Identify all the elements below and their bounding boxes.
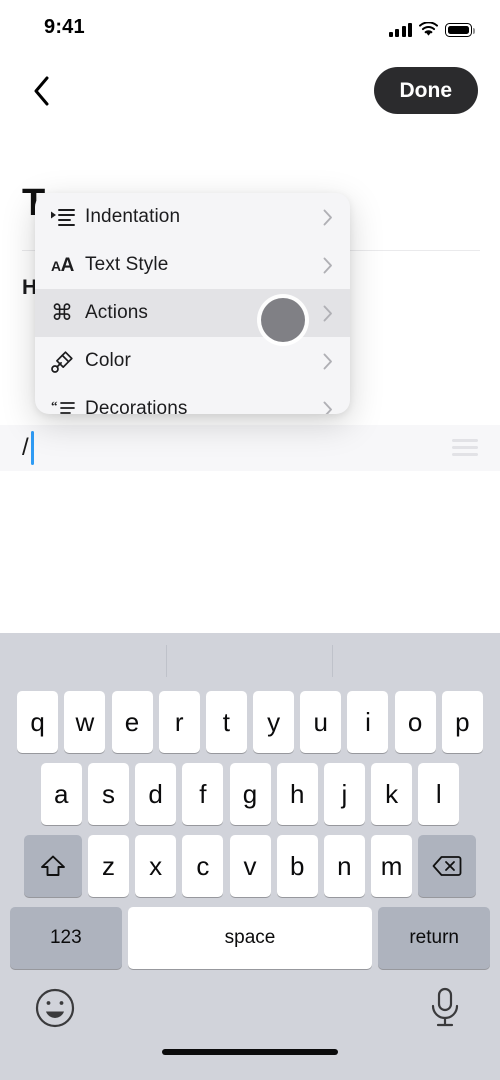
key-t[interactable]: t [205,691,247,753]
keyboard-row-4: 123 space return [0,905,500,971]
predictive-text-bar[interactable] [0,633,500,689]
chevron-right-icon [319,257,337,274]
chevron-left-icon [34,76,48,106]
chevron-right-icon [319,401,337,414]
status-bar: 9:41 [0,0,500,54]
key-v[interactable]: v [229,835,271,897]
key-s[interactable]: s [87,763,129,825]
key-p[interactable]: p [441,691,483,753]
text-cursor [31,431,34,465]
navigation-bar: Done [0,54,500,136]
numbers-key[interactable]: 123 [9,907,122,969]
chevron-right-icon [319,209,337,226]
menu-item-label: Decorations [85,398,188,414]
menu-item-indentation[interactable]: Indentation [35,193,350,241]
menu-item-label: Color [85,350,131,371]
key-u[interactable]: u [300,691,342,753]
key-z[interactable]: z [87,835,129,897]
menu-item-label: Indentation [85,206,181,227]
key-n[interactable]: n [323,835,365,897]
key-h[interactable]: h [276,763,318,825]
indentation-icon [51,204,85,230]
backspace-key[interactable] [418,835,477,897]
cellular-signal-icon [388,22,412,37]
text-style-icon: AA [51,254,74,276]
key-m[interactable]: m [371,835,413,897]
done-button[interactable]: Done [373,67,478,114]
back-button[interactable] [18,68,64,114]
keyboard-bottom-bar [0,971,500,1067]
emoji-key[interactable] [34,987,76,1029]
key-a[interactable]: a [40,763,82,825]
chevron-right-icon [319,305,337,322]
menu-item-text-style[interactable]: AA Text Style [35,241,350,289]
key-c[interactable]: c [182,835,224,897]
key-g[interactable]: g [229,763,271,825]
key-k[interactable]: k [371,763,413,825]
key-w[interactable]: w [64,691,106,753]
key-o[interactable]: o [394,691,436,753]
slash-command-menu[interactable]: Indentation AA Text Style ⌘ Actions Colo… [35,193,350,414]
status-bar-time: 9:41 [44,16,85,38]
drag-handle-icon[interactable] [452,439,478,457]
keyboard-row-3: zxcvbnm [0,833,500,899]
active-editor-line[interactable]: / [0,425,500,471]
predictive-divider [332,645,333,677]
emoji-icon [35,988,75,1028]
battery-icon [445,23,475,37]
shift-key[interactable] [23,835,82,897]
menu-item-decorations[interactable]: “ Decorations [35,385,350,414]
touch-point [261,298,305,342]
shift-icon [40,855,65,876]
quote-icon: “ [51,396,85,414]
svg-text:“: “ [51,401,58,413]
key-y[interactable]: y [253,691,295,753]
key-d[interactable]: d [135,763,177,825]
return-key[interactable]: return [378,907,491,969]
status-bar-icons [388,19,475,37]
predictive-divider [166,645,167,677]
virtual-keyboard[interactable]: qwertyuiop asdfghjkl zxcvbnm 123 space r… [0,633,500,1080]
paintbrush-icon [51,348,85,374]
command-icon: ⌘ [51,300,73,325]
menu-item-color[interactable]: Color [35,337,350,385]
keyboard-row-1: qwertyuiop [0,689,500,755]
key-q[interactable]: q [17,691,59,753]
key-r[interactable]: r [158,691,200,753]
key-l[interactable]: l [418,763,460,825]
slash-command-text: / [22,434,29,461]
microphone-key[interactable] [424,985,466,1029]
key-j[interactable]: j [323,763,365,825]
backspace-icon [432,856,462,876]
key-f[interactable]: f [182,763,224,825]
microphone-icon [431,987,459,1027]
menu-item-label: Text Style [85,254,169,275]
space-key[interactable]: space [128,907,372,969]
wifi-icon [419,22,438,36]
key-b[interactable]: b [276,835,318,897]
key-e[interactable]: e [111,691,153,753]
key-x[interactable]: x [135,835,177,897]
home-indicator [162,1049,338,1055]
keyboard-row-2: asdfghjkl [0,761,500,827]
key-i[interactable]: i [347,691,389,753]
chevron-right-icon [319,353,337,370]
phone-screen: 9:41 Done T H / Indentation AA Text Styl… [0,0,500,1080]
